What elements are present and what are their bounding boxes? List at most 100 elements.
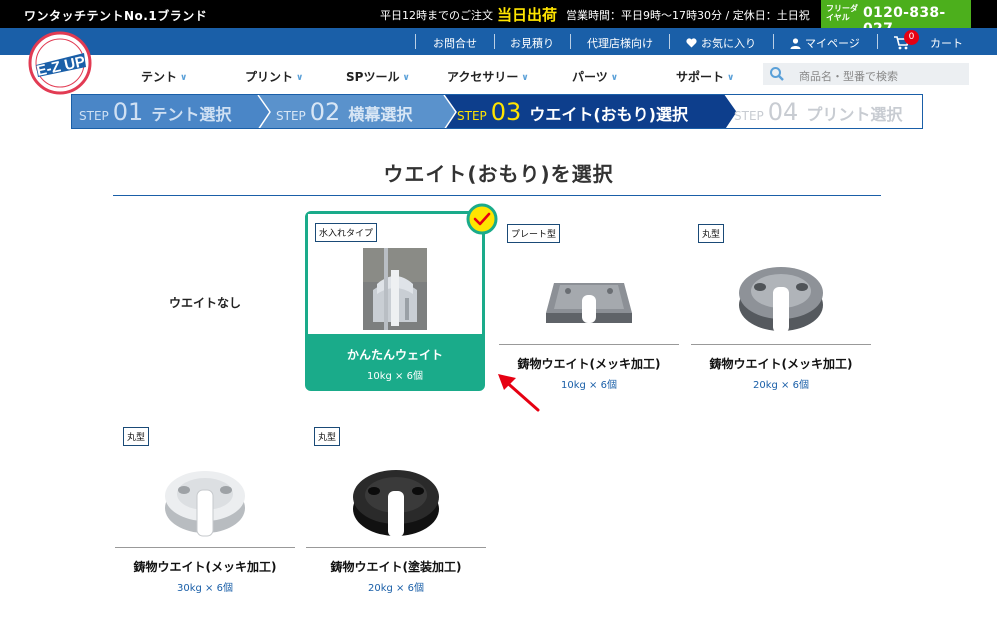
dealer-link[interactable]: 代理店様向け [587,35,653,51]
type-tag: 丸型 [698,224,725,243]
ezup-logo[interactable]: E-Z UP [28,31,92,95]
nav-label: サポート [676,70,725,84]
logo-icon: E-Z UP [28,31,92,95]
chevron-down-icon: ∨ [727,72,735,83]
step-number: 01 [112,98,144,126]
step-number: 04 [767,98,799,126]
step-label: 横幕選択 [348,105,413,124]
mypage-label: マイページ [805,37,860,50]
option-round-weight-30kg[interactable]: 丸型 鋳物ウエイト(メッキ加工) 30kg × 6個 [115,427,295,594]
product-spec: 10kg × 6個 [367,371,423,382]
step-prefix: STEP [734,109,764,123]
favorites-link[interactable]: お気に入り [686,35,756,51]
checkmark-icon [466,203,498,235]
card-divider [115,547,295,548]
divider [415,34,416,49]
step-label: プリント選択 [806,105,903,124]
heading-divider [113,195,881,196]
nav-parts[interactable]: パーツ ∨ [572,68,618,85]
search-icon [770,67,784,81]
option-easy-weight[interactable]: 水入れタイプ かんたんウェイト 10kg × 6個 [305,211,485,391]
product-name: 鋳物ウエイト(塗装加工) [330,560,462,574]
cart-icon-wrap: 0 [894,30,919,50]
favorites-label: お気に入り [701,37,756,50]
mypage-link[interactable]: マイページ [790,35,860,51]
cart-count-badge: 0 [904,30,919,45]
type-tag: 丸型 [123,427,150,446]
nav-label: テント [141,70,178,84]
option-no-weight[interactable]: ウエイトなし [115,215,295,390]
nav-sp-tool[interactable]: SPツール ∨ [346,68,410,85]
cart-link[interactable]: 0 カート [894,30,963,51]
pointer-arrow-icon [498,374,540,412]
user-icon [790,37,801,49]
chevron-down-icon: ∨ [610,72,619,83]
product-name: 鋳物ウエイト(メッキ加工) [133,560,277,574]
step-prefix: STEP [457,109,487,123]
selected-check-icon [466,203,498,235]
brand-tagline: ワンタッチテントNo.1ブランド [24,9,208,23]
product-image [691,248,871,344]
dealer-label: 代理店様向け [587,37,653,50]
step-label: テント選択 [151,105,232,124]
product-image [499,248,679,344]
product-name: 鋳物ウエイト(メッキ加工) [517,357,661,371]
search-input[interactable]: 商品名・型番で検索 [763,63,969,85]
free-dial-label: フリーダイヤル [826,4,858,22]
shipping-notice: 平日12時までのご注文 [380,9,493,22]
plate-weight-image [546,283,632,323]
nav-label: プリント [245,70,294,84]
divider [877,34,878,49]
chevron-down-icon: ∨ [521,72,529,83]
step-1[interactable]: STEP 01 テント選択 [79,96,232,128]
divider [773,34,774,49]
same-day-shipping: 当日出荷 [497,6,558,24]
divider [669,34,670,49]
quote-link[interactable]: お見積り [510,35,554,51]
option-round-weight-painted[interactable]: 丸型 鋳物ウエイト(塗装加工) 20kg × 6個 [306,427,486,594]
free-dial[interactable]: フリーダイヤル 0120-838-027 [821,0,971,37]
step-prefix: STEP [79,109,109,123]
step-progress: STEP 01 テント選択 STEP 02 横幕選択 STEP 03 ウエイト(… [71,94,923,129]
option-round-weight-20kg[interactable]: 丸型 鋳物ウエイト(メッキ加工) 20kg × 6個 [691,224,871,391]
nav-label: パーツ [572,70,608,84]
nav-accessory[interactable]: アクセサリー ∨ [447,68,529,85]
product-spec: 20kg × 6個 [368,583,424,594]
option-plate-weight[interactable]: プレート型 鋳物ウエイト(メッキ加工) 10kg × 6個 [499,224,679,391]
type-tag: 水入れタイプ [315,223,378,242]
nav-print[interactable]: プリント ∨ [245,68,303,85]
nav-support[interactable]: サポート ∨ [676,68,734,85]
step-label: ウエイト(おもり)選択 [529,105,688,124]
product-name: かんたんウェイト [346,348,443,362]
product-spec: 30kg × 6個 [177,583,233,594]
search-placeholder: 商品名・型番で検索 [799,70,898,83]
round-weight-silver-image [739,267,823,333]
utility-bar: お問合せ お見積り 代理店様向け お気に入り マイページ 0 カート [0,28,997,55]
card-divider [306,547,486,548]
heart-icon [686,38,697,48]
divider [494,34,495,49]
business-hours: 営業時間：平日9時〜17時30分 / 定休日：土日祝 [566,9,810,22]
type-tag: プレート型 [507,224,561,243]
divider [570,34,571,49]
round-weight-white-image [165,471,245,537]
option-label: ウエイトなし [168,296,241,310]
nav-tent[interactable]: テント ∨ [141,68,187,85]
chevron-down-icon: ∨ [180,72,188,83]
chevron-down-icon: ∨ [296,72,304,83]
step-number: 03 [490,98,522,126]
cart-label: カート [930,37,963,50]
round-weight-black-image [353,470,439,537]
step-2[interactable]: STEP 02 横幕選択 [276,96,413,128]
step-3-current: STEP 03 ウエイト(おもり)選択 [457,96,688,128]
top-bar: ワンタッチテントNo.1ブランド 平日12時までのご注文 当日出荷 営業時間：平… [0,0,997,37]
nav-label: SPツール [346,70,400,84]
type-tag: 丸型 [314,427,341,446]
product-image [306,451,486,547]
contact-link[interactable]: お問合せ [433,35,477,51]
quote-label: お見積り [510,37,554,50]
page-title: ウエイト(おもり)を選択 [383,162,614,186]
card-divider [499,344,679,345]
nav-label: アクセサリー [447,70,519,84]
card-divider [691,344,871,345]
